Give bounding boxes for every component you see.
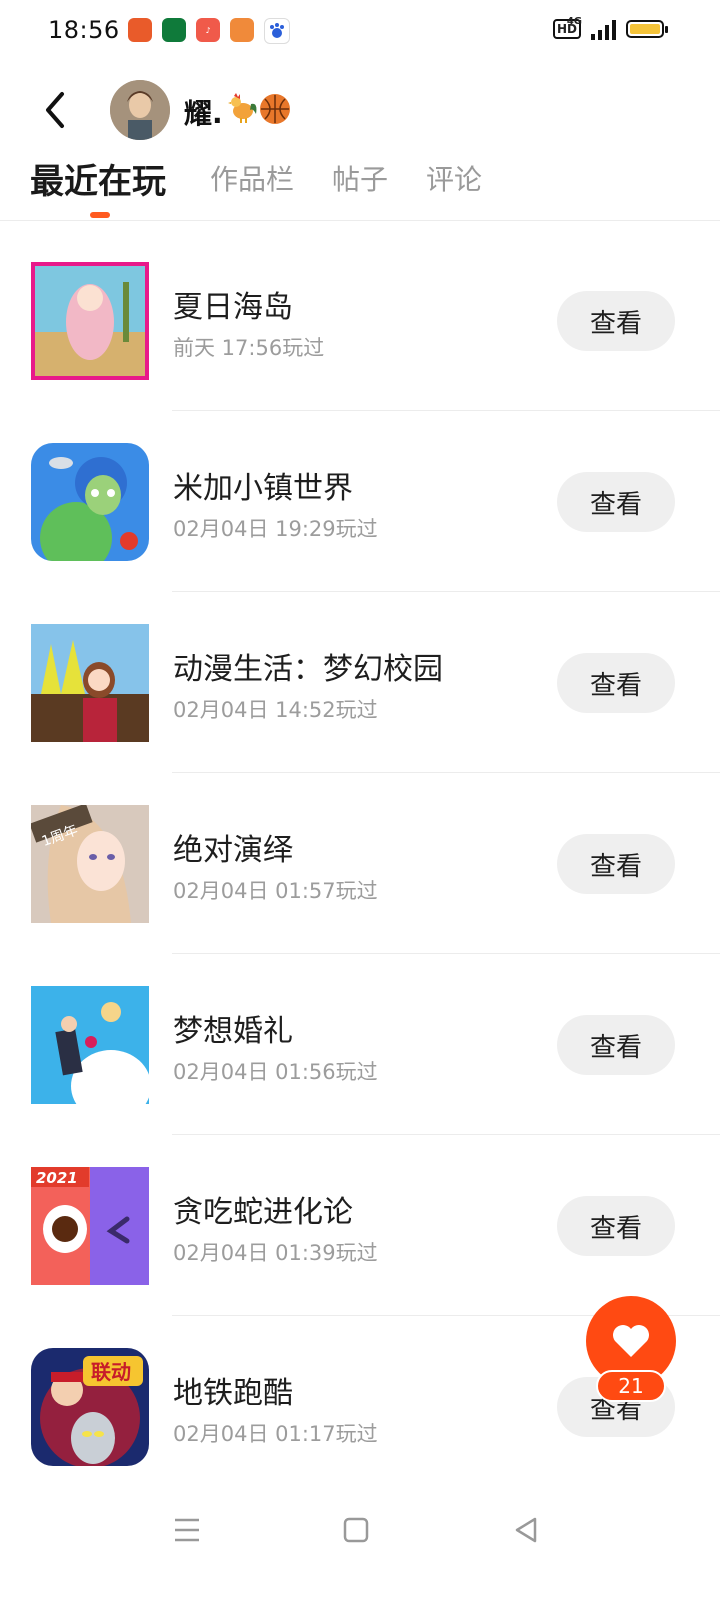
notification-icons: ♪ [128, 18, 290, 44]
last-played: 02月04日 01:57玩过 [173, 879, 378, 903]
game-title: 夏日海岛 [173, 290, 293, 325]
rooster-icon [228, 93, 257, 123]
tab-bar: 最近在玩 作品栏 帖子 评论 [0, 150, 720, 221]
system-nav-bar [0, 1490, 720, 1600]
list-item[interactable]: 2021 贪吃蛇进化论 02月04日 01:39玩过 查看 [0, 1135, 720, 1316]
game-title: 米加小镇世界 [173, 471, 353, 506]
game-thumbnail: 2021 [31, 1167, 149, 1285]
last-played: 02月04日 01:17玩过 [173, 1422, 378, 1446]
game-title: 贪吃蛇进化论 [173, 1195, 353, 1230]
tab-comments[interactable]: 评论 [426, 158, 482, 198]
view-button[interactable]: 查看 [557, 291, 675, 351]
network-label: 4G [566, 16, 582, 27]
game-title: 动漫生活：梦幻校园 [173, 652, 443, 687]
chevron-left-icon [46, 92, 64, 128]
view-button[interactable]: 查看 [557, 1015, 675, 1075]
battery-icon [626, 20, 668, 38]
basketball-icon [260, 94, 290, 124]
active-tab-indicator [90, 212, 110, 218]
menu-icon [175, 1518, 199, 1542]
list-item[interactable]: 夏日海岛 前天 17:56玩过 查看 [0, 230, 720, 411]
game-thumbnail [31, 986, 149, 1104]
last-played: 02月04日 14:52玩过 [173, 698, 378, 722]
collab-label: 联动 [91, 1360, 131, 1384]
last-played: 前天 17:56玩过 [173, 336, 325, 360]
tab-posts[interactable]: 帖子 [332, 158, 388, 198]
view-button[interactable]: 查看 [557, 472, 675, 532]
heart-icon [613, 1325, 649, 1357]
home-button[interactable] [336, 1510, 376, 1550]
game-thumbnail [31, 443, 149, 561]
menu-button[interactable] [167, 1510, 207, 1550]
profile-header: 耀. [0, 74, 720, 146]
game-thumbnail: 联动 [31, 1348, 149, 1466]
game-title: 地铁跑酷 [173, 1376, 293, 1411]
baidu-icon [264, 18, 290, 44]
music-icon: ♪ [196, 18, 220, 42]
last-played: 02月04日 01:56玩过 [173, 1060, 378, 1084]
like-count-badge: 21 [596, 1370, 666, 1402]
home-icon [343, 1517, 369, 1543]
year-label: 2021 [36, 1169, 78, 1187]
last-played: 02月04日 01:39玩过 [173, 1241, 378, 1265]
game-title: 梦想婚礼 [173, 1014, 293, 1049]
game-thumbnail [31, 262, 149, 380]
list-item[interactable]: 1周年 绝对演绎 02月04日 01:57玩过 查看 [0, 773, 720, 954]
list-item[interactable]: 动漫生活：梦幻校园 02月04日 14:52玩过 查看 [0, 592, 720, 773]
status-time: 18:56 [48, 16, 120, 44]
back-button[interactable] [36, 88, 76, 132]
tab-recent[interactable]: 最近在玩 [30, 154, 166, 203]
status-bar: 18:56 ♪ HD 4G [0, 0, 720, 64]
list-item[interactable]: 梦想婚礼 02月04日 01:56玩过 查看 [0, 954, 720, 1135]
oppo-icon [162, 18, 186, 42]
username: 耀. [184, 97, 223, 130]
book-icon [230, 18, 254, 42]
avatar[interactable] [110, 80, 170, 140]
view-button[interactable]: 查看 [557, 834, 675, 894]
last-played: 02月04日 19:29玩过 [173, 517, 378, 541]
game-thumbnail [31, 624, 149, 742]
view-button[interactable]: 查看 [557, 653, 675, 713]
triangle-back-icon [515, 1517, 537, 1543]
system-indicators: HD 4G [552, 16, 668, 40]
tab-works[interactable]: 作品栏 [210, 158, 294, 198]
signal-icon: 4G [567, 16, 616, 40]
app-icon-orange [128, 18, 152, 42]
list-item[interactable]: 米加小镇世界 02月04日 19:29玩过 查看 [0, 411, 720, 592]
game-thumbnail: 1周年 [31, 805, 149, 923]
view-button[interactable]: 查看 [557, 1196, 675, 1256]
back-nav-button[interactable] [506, 1510, 546, 1550]
game-title: 绝对演绎 [173, 833, 293, 868]
